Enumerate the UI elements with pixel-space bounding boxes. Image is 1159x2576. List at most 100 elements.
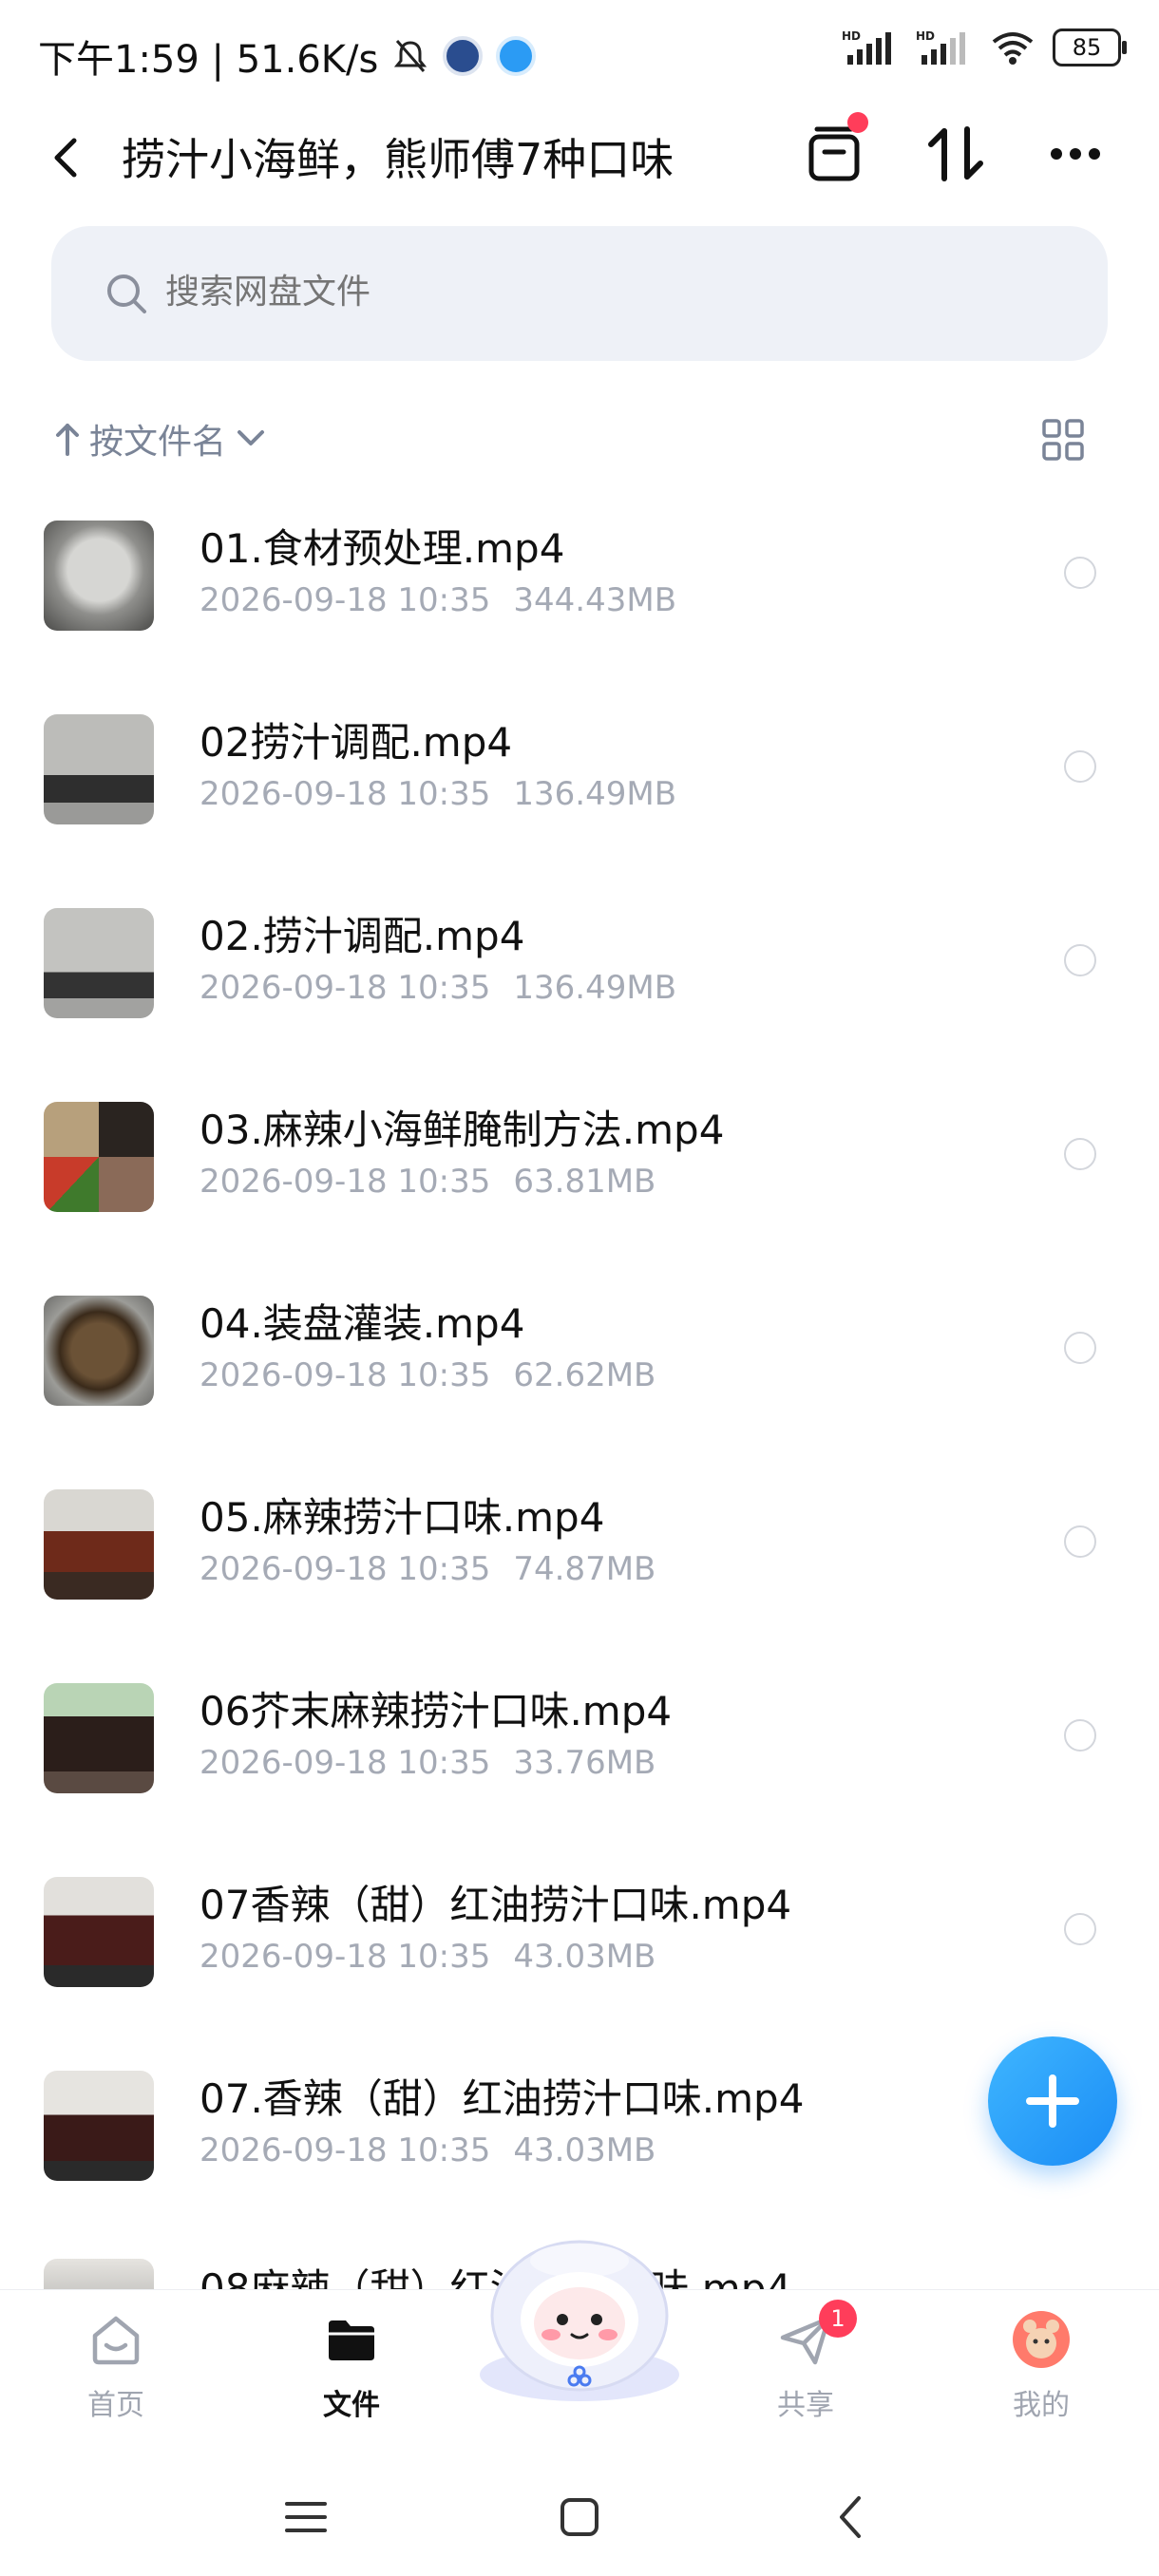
nav-mine[interactable]: 我的 <box>975 2309 1108 2423</box>
file-meta: 2026-09-18 10:35 136.49MB <box>200 969 699 1007</box>
select-checkbox[interactable] <box>1064 1525 1096 1558</box>
file-meta: 2026-09-18 10:35 43.03MB <box>200 2131 678 2169</box>
nav-files[interactable]: 文件 <box>285 2309 418 2423</box>
system-home-button[interactable] <box>551 2489 608 2549</box>
add-button[interactable] <box>988 2036 1117 2166</box>
top-bar: 捞汁小海鲜，熊师傅7种口味 <box>0 104 1159 209</box>
status-right: HD HD 85 <box>842 28 1127 66</box>
file-size: 43.03MB <box>513 1938 656 1976</box>
file-date: 2026-09-18 10:35 <box>200 969 491 1007</box>
video-thumbnail <box>44 1683 154 1793</box>
search-icon <box>107 275 146 313</box>
select-checkbox[interactable] <box>1064 1913 1096 1945</box>
file-date: 2026-09-18 10:35 <box>200 1356 491 1394</box>
video-thumbnail <box>44 2259 154 2289</box>
battery-indicator: 85 <box>1053 28 1127 66</box>
nav-home[interactable]: 首页 <box>49 2309 182 2423</box>
file-date: 2026-09-18 10:35 <box>200 1938 491 1976</box>
page-title: 捞汁小海鲜，熊师傅7种口味 <box>122 134 674 185</box>
upload-notification-icon <box>496 36 537 76</box>
select-checkbox[interactable] <box>1064 750 1096 783</box>
back-chevron-icon <box>840 2496 861 2538</box>
nav-share[interactable]: 1 共享 <box>739 2300 872 2423</box>
sort-order-button[interactable] <box>918 116 994 192</box>
list-item[interactable]: 02.捞汁调配.mp4 2026-09-18 10:35 136.49MB <box>0 862 1159 1056</box>
chevron-down-icon <box>238 430 265 445</box>
file-name: 03.麻辣小海鲜腌制方法.mp4 <box>200 1107 725 1153</box>
system-back-button[interactable] <box>823 2489 880 2549</box>
file-name: 04.装盘灌装.mp4 <box>200 1300 525 1347</box>
signal-icon-2: HD <box>916 29 965 65</box>
list-item[interactable]: 02捞汁调配.mp4 2026-09-18 10:35 136.49MB <box>0 669 1159 862</box>
sort-by-name-button[interactable]: 按文件名 <box>53 414 268 464</box>
list-item[interactable]: 03.麻辣小海鲜腌制方法.mp4 2026-09-18 10:35 63.81MB <box>0 1056 1159 1250</box>
search-input[interactable] <box>163 262 927 321</box>
more-dots-icon <box>1051 148 1100 160</box>
video-thumbnail <box>44 1877 154 1987</box>
square-home-icon <box>560 2498 598 2536</box>
nav-share-label: 共享 <box>777 2389 834 2422</box>
list-item[interactable]: 06芥末麻辣捞汁口味.mp4 2026-09-18 10:35 33.76MB <box>0 1638 1159 1831</box>
folder-icon <box>329 2320 374 2360</box>
video-thumbnail <box>44 714 154 824</box>
file-date: 2026-09-18 10:35 <box>200 1163 491 1201</box>
file-date: 2026-09-18 10:35 <box>200 581 491 619</box>
nav-mine-label: 我的 <box>1013 2389 1070 2422</box>
assistant-mascot-button[interactable] <box>475 2232 684 2403</box>
video-thumbnail <box>44 2071 154 2181</box>
menu-icon <box>285 2502 327 2532</box>
notification-dot <box>847 112 868 133</box>
list-item[interactable]: 04.装盘灌装.mp4 2026-09-18 10:35 62.62MB <box>0 1250 1159 1444</box>
select-checkbox[interactable] <box>1064 1332 1096 1364</box>
signal-icon: HD <box>842 29 891 65</box>
list-item[interactable]: 05.麻辣捞汁口味.mp4 2026-09-18 10:35 74.87MB <box>0 1444 1159 1638</box>
system-menu-button[interactable] <box>277 2489 334 2549</box>
file-meta: 2026-09-18 10:35 344.43MB <box>200 581 699 619</box>
mascot-icon <box>480 2240 679 2401</box>
select-checkbox[interactable] <box>1064 1138 1096 1170</box>
file-name: 07香辣（甜）红油捞汁口味.mp4 <box>200 1882 792 1928</box>
more-options-button[interactable] <box>1037 116 1113 192</box>
list-item[interactable]: 07.香辣（甜）红油捞汁口味.mp4 2026-09-18 10:35 43.03… <box>0 2025 1159 2219</box>
sort-bar: 按文件名 <box>0 399 1159 475</box>
file-date: 2026-09-18 10:35 <box>200 1550 491 1588</box>
status-time: 下午1:59 | 51.6K/s <box>38 38 379 82</box>
select-checkbox[interactable] <box>1064 1719 1096 1752</box>
video-thumbnail <box>44 908 154 1018</box>
file-meta: 2026-09-18 10:35 62.62MB <box>200 1356 678 1394</box>
transfer-list-button[interactable] <box>796 112 872 192</box>
mute-bell-icon <box>394 40 428 72</box>
swap-vertical-icon <box>928 126 983 181</box>
system-nav-bar <box>0 2451 1159 2576</box>
file-date: 2026-09-18 10:35 <box>200 1744 491 1782</box>
file-meta: 2026-09-18 10:35 33.76MB <box>200 1744 678 1782</box>
search-bar[interactable] <box>51 226 1108 361</box>
list-item[interactable]: 01.食材预处理.mp4 2026-09-18 10:35 344.43MB <box>0 475 1159 669</box>
file-size: 136.49MB <box>513 969 677 1007</box>
status-left: 下午1:59 | 51.6K/s <box>38 28 537 84</box>
list-item[interactable]: 07香辣（甜）红油捞汁口味.mp4 2026-09-18 10:35 43.03M… <box>0 1831 1159 2025</box>
file-date: 2026-09-18 10:35 <box>200 2131 491 2169</box>
svg-text:HD: HD <box>842 29 861 43</box>
file-size: 43.03MB <box>513 2131 656 2169</box>
back-button[interactable] <box>38 123 95 190</box>
video-thumbnail <box>44 521 154 631</box>
status-bar: 下午1:59 | 51.6K/s HD HD 85 <box>0 0 1159 104</box>
app-notification-icon <box>443 36 484 76</box>
select-checkbox[interactable] <box>1064 944 1096 976</box>
file-size: 62.62MB <box>513 1356 656 1394</box>
file-size: 33.76MB <box>513 1744 656 1782</box>
file-meta: 2026-09-18 10:35 74.87MB <box>200 1550 678 1588</box>
home-icon <box>92 2316 140 2365</box>
nav-home-label: 首页 <box>87 2389 144 2422</box>
file-name: 06芥末麻辣捞汁口味.mp4 <box>200 1688 673 1734</box>
video-thumbnail <box>44 1489 154 1600</box>
grid-view-button[interactable] <box>1041 418 1085 465</box>
svg-text:HD: HD <box>916 29 935 43</box>
select-checkbox[interactable] <box>1064 557 1096 589</box>
video-thumbnail <box>44 1102 154 1212</box>
file-meta: 2026-09-18 10:35 136.49MB <box>200 775 699 813</box>
file-size: 74.87MB <box>513 1550 656 1588</box>
sort-label: 按文件名 <box>89 423 227 462</box>
file-date: 2026-09-18 10:35 <box>200 775 491 813</box>
